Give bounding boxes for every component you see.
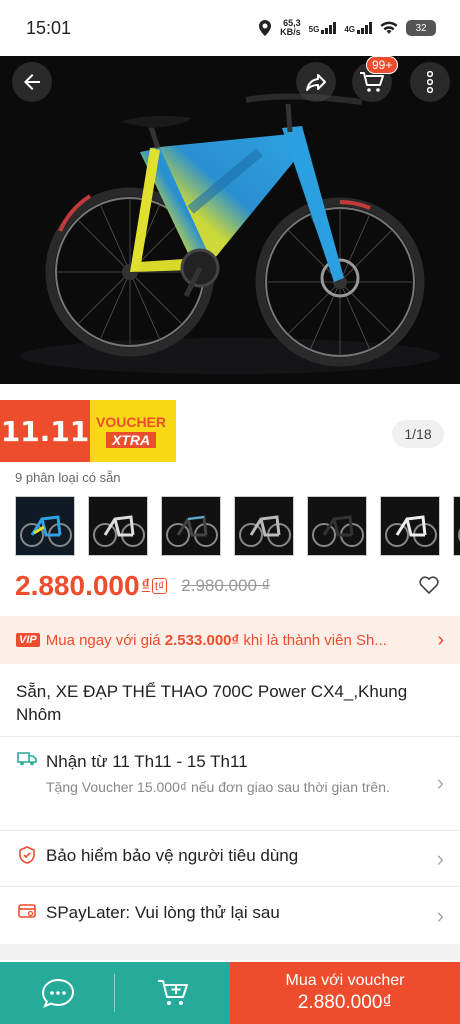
more-vertical-icon (427, 71, 433, 93)
signal-bars-icon (357, 22, 372, 34)
product-image[interactable] (0, 56, 460, 384)
chevron-right-icon: › (437, 628, 444, 651)
variant-thumb[interactable] (88, 496, 148, 556)
cart-badge: 99+ (366, 56, 399, 74)
section-gap (0, 944, 460, 960)
divider (0, 736, 460, 737)
signal-bars-icon (321, 22, 337, 34)
promo-xtra: XTRA (105, 432, 157, 448)
price-row: 2.880.000 ₫ t₫ 2.980.000 ₫ (15, 566, 445, 606)
spaylater-row[interactable]: SPayLater: Vui lòng thử lại sau › (0, 903, 460, 929)
wifi-icon (380, 21, 398, 34)
insurance-row[interactable]: Bảo hiểm bảo vệ người tiêu dùng › (0, 846, 460, 872)
vip-offer-bar[interactable]: VIP Mua ngay với giá 2.533.000₫ khi là t… (0, 616, 460, 664)
promo-banner[interactable]: 11.11 VOUCHER XTRA (0, 400, 176, 462)
chevron-right-icon: › (436, 903, 444, 928)
divider (0, 830, 460, 831)
product-title: Sẵn, XE ĐẠP THỂ THAO 700C Power CX4_,Khu… (16, 682, 408, 724)
favorite-button[interactable] (419, 574, 439, 600)
add-to-cart-button[interactable] (115, 962, 230, 1024)
variant-thumb[interactable] (15, 496, 75, 556)
variant-thumb[interactable] (161, 496, 221, 556)
arrow-left-icon (24, 74, 40, 90)
bicycle-thumb-image (20, 515, 72, 547)
buy-button-price: 2.880.000₫ (297, 992, 393, 1013)
shipping-text: Nhận từ 11 Th11 - 15 Th11 Tặng Voucher 1… (46, 752, 429, 797)
promo-1111: 11.11 (0, 400, 90, 462)
battery-icon: 32 (406, 20, 436, 36)
net-5g-label: 5G (308, 25, 320, 34)
bicycle-thumb-image (166, 515, 218, 547)
variant-thumb[interactable] (307, 496, 367, 556)
chevron-right-icon: › (436, 846, 444, 871)
product-screen: 15:01 65,3 KB/s 5G 4G 32 99+ 11.11 VOUCH… (0, 0, 460, 1024)
vip-badge: VIP (16, 633, 40, 647)
variant-count-label: 9 phân loại có sẵn (15, 470, 121, 485)
original-price: 2.980.000 ₫ (181, 576, 271, 595)
status-bar: 15:01 65,3 KB/s 5G 4G 32 (0, 0, 460, 56)
divider (0, 886, 460, 887)
chevron-right-icon: › (436, 770, 444, 795)
buy-button-label: Mua với voucher (285, 972, 405, 989)
share-button[interactable] (296, 62, 336, 102)
variant-thumb[interactable] (234, 496, 294, 556)
bottom-action-bar: Mua với voucher 2.880.000₫ (0, 962, 460, 1024)
more-button[interactable] (410, 62, 450, 102)
image-page-indicator: 1/18 (392, 420, 444, 448)
variant-thumb[interactable] (380, 496, 440, 556)
bicycle-thumb-image (385, 515, 437, 547)
bicycle-thumb-image (93, 515, 145, 547)
vip-price: 2.533.000₫ (164, 631, 240, 649)
spaylater-main: SPayLater: Vui lòng thử lại sau (46, 903, 280, 922)
vip-text-before: Mua ngay với giá (45, 631, 165, 649)
current-price: 2.880.000 (15, 570, 140, 601)
buy-with-voucher-button[interactable]: Mua với voucher 2.880.000₫ (230, 962, 460, 1024)
bicycle-image (0, 56, 460, 384)
share-icon (306, 74, 326, 91)
insurance-main: Bảo hiểm bảo vệ người tiêu dùng (46, 846, 299, 865)
status-icons: 65,3 KB/s 5G 4G 32 (258, 19, 436, 37)
variant-thumb[interactable] (453, 496, 460, 556)
shipping-main: Nhận từ 11 Th11 - 15 Th11 (46, 752, 248, 771)
spaylater-icon (16, 903, 38, 924)
add-to-cart-icon (157, 980, 188, 1005)
variant-thumbnails (15, 496, 460, 556)
vip-text-after: khi là thành viên Sh... (239, 631, 387, 649)
promo-row: 11.11 VOUCHER XTRA (0, 400, 460, 466)
shield-icon (16, 846, 38, 869)
bicycle-thumb-image (312, 515, 364, 547)
spaylater-text: SPayLater: Vui lòng thử lại sau (46, 903, 429, 923)
heart-icon (419, 576, 439, 594)
insurance-text: Bảo hiểm bảo vệ người tiêu dùng (46, 846, 429, 866)
net-speed-unit: KB/s (280, 27, 301, 37)
net-speed: 65,3 KB/s (280, 19, 301, 37)
signal-5g: 5G (309, 22, 337, 34)
chat-button[interactable] (0, 962, 115, 1024)
bicycle-thumb-image (458, 528, 460, 542)
back-button[interactable] (12, 62, 52, 102)
chat-icon (41, 978, 74, 1008)
net-4g-label: 4G (344, 25, 355, 34)
promo-text: VOUCHER XTRA (90, 414, 166, 448)
price-tag-badge: t₫ (151, 578, 168, 594)
truck-icon (16, 752, 38, 771)
price-currency: ₫ (141, 577, 150, 594)
shipping-row[interactable]: Nhận từ 11 Th11 - 15 Th11 Tặng Voucher 1… (0, 752, 460, 797)
location-icon (259, 20, 272, 36)
shipping-sub: Tặng Voucher 15.000₫ nếu đơn giao sau th… (46, 779, 390, 795)
promo-voucher: VOUCHER (96, 414, 167, 430)
bicycle-thumb-image (239, 515, 291, 547)
status-time: 15:01 (26, 17, 72, 38)
signal-4g: 4G (344, 22, 372, 34)
divider (114, 974, 115, 1012)
